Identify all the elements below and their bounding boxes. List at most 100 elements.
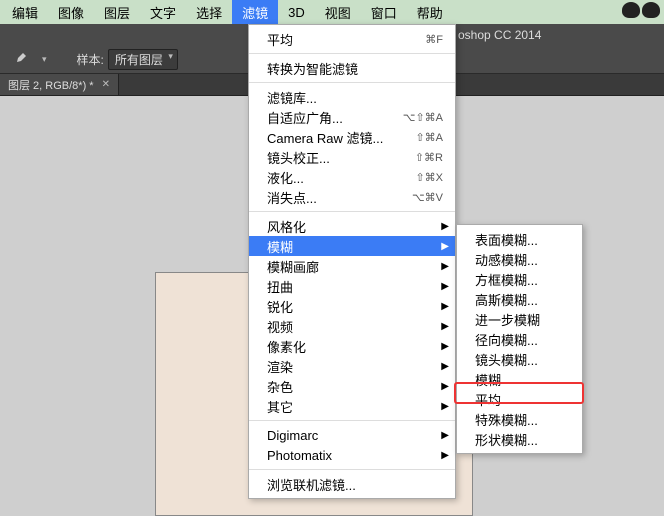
menu-shortcut: ⇧⌘R: [415, 151, 443, 164]
menu-separator: [249, 420, 455, 421]
blur-lens[interactable]: 镜头模糊...: [457, 349, 582, 369]
blur-blur[interactable]: 模糊: [457, 369, 582, 389]
menu-separator: [249, 211, 455, 212]
menu-label: 转换为智能滤镜: [267, 59, 443, 78]
blur-shape[interactable]: 形状模糊...: [457, 429, 582, 449]
filter-blur[interactable]: 模糊▶: [249, 236, 455, 256]
menu-label: 其它: [267, 397, 443, 416]
filter-other[interactable]: 其它▶: [249, 396, 455, 416]
menu-filter[interactable]: 滤镜: [232, 0, 278, 24]
menu-separator: [249, 53, 455, 54]
blur-surface[interactable]: 表面模糊...: [457, 229, 582, 249]
filter-noise[interactable]: 杂色▶: [249, 376, 455, 396]
app-title: oshop CC 2014: [458, 28, 541, 42]
blur-box[interactable]: 方框模糊...: [457, 269, 582, 289]
menu-label: 自适应广角...: [267, 108, 391, 127]
menu-shortcut: ⇧⌘X: [415, 171, 443, 184]
filter-stylize[interactable]: 风格化▶: [249, 216, 455, 236]
menu-label: 消失点...: [267, 188, 400, 207]
filter-photomatix[interactable]: Photomatix▶: [249, 445, 455, 465]
filter-adaptive-wide-angle[interactable]: 自适应广角... ⌥⇧⌘A: [249, 107, 455, 127]
blur-average[interactable]: 平均: [457, 389, 582, 409]
sample-label: 样本:: [77, 51, 104, 68]
menu-label: 表面模糊...: [475, 230, 570, 249]
menu-label: 高斯模糊...: [475, 290, 570, 309]
chevron-down-icon[interactable]: ▾: [42, 54, 47, 65]
menu-label: 径向模糊...: [475, 330, 570, 349]
menu-view[interactable]: 视图: [315, 0, 361, 24]
close-icon[interactable]: ✕: [102, 79, 110, 90]
filter-render[interactable]: 渲染▶: [249, 356, 455, 376]
blur-motion[interactable]: 动感模糊...: [457, 249, 582, 269]
blur-gaussian[interactable]: 高斯模糊...: [457, 289, 582, 309]
chevron-right-icon: ▶: [441, 401, 449, 412]
menu-label: 风格化: [267, 217, 443, 236]
menu-label: 像素化: [267, 337, 443, 356]
tool-eyedropper-icon[interactable]: [0, 52, 40, 68]
filter-video[interactable]: 视频▶: [249, 316, 455, 336]
chevron-right-icon: ▶: [441, 321, 449, 332]
filter-camera-raw[interactable]: Camera Raw 滤镜...⇧⌘A: [249, 127, 455, 147]
filter-lens-correction[interactable]: 镜头校正... ⇧⌘R: [249, 147, 455, 167]
blur-special[interactable]: 特殊模糊...: [457, 409, 582, 429]
chevron-right-icon: ▶: [441, 221, 449, 232]
chevron-right-icon: ▶: [441, 450, 449, 461]
filter-recent[interactable]: 平均 ⌘F: [249, 29, 455, 49]
blur-more[interactable]: 进一步模糊: [457, 309, 582, 329]
menu-label: 平均: [267, 30, 413, 49]
menu-shortcut: ⌘F: [425, 33, 443, 46]
filter-distort[interactable]: 扭曲▶: [249, 276, 455, 296]
filter-sharpen[interactable]: 锐化▶: [249, 296, 455, 316]
menu-edit[interactable]: 编辑: [2, 0, 48, 24]
menu-3d[interactable]: 3D: [278, 0, 315, 24]
menu-label: 模糊: [267, 237, 443, 256]
menu-label: Digimarc: [267, 428, 443, 443]
chevron-right-icon: ▶: [441, 361, 449, 372]
menu-label: 平均: [475, 390, 570, 409]
menu-label: 镜头校正...: [267, 148, 403, 167]
blur-radial[interactable]: 径向模糊...: [457, 329, 582, 349]
menu-shortcut: ⌥⇧⌘A: [403, 111, 443, 124]
chevron-right-icon: ▶: [441, 301, 449, 312]
menu-type[interactable]: 文字: [140, 0, 186, 24]
filter-browse-online[interactable]: 浏览联机滤镜...: [249, 474, 455, 494]
menu-label: 进一步模糊: [475, 310, 570, 329]
menu-label: 扭曲: [267, 277, 443, 296]
menu-label: 模糊画廊: [267, 257, 443, 276]
chevron-right-icon: ▶: [441, 381, 449, 392]
document-tab[interactable]: 图层 2, RGB/8*) * ✕: [0, 74, 119, 95]
filter-gallery[interactable]: 滤镜库...: [249, 87, 455, 107]
menu-separator: [249, 469, 455, 470]
decorative-icon: [642, 2, 660, 18]
blur-submenu: 表面模糊... 动感模糊... 方框模糊... 高斯模糊... 进一步模糊 径向…: [456, 224, 583, 454]
decorative-icon: [622, 2, 640, 18]
sample-select[interactable]: 所有图层: [108, 49, 178, 70]
chevron-right-icon: ▶: [441, 430, 449, 441]
menu-help[interactable]: 帮助: [407, 0, 453, 24]
menu-select[interactable]: 选择: [186, 0, 232, 24]
filter-vanishing-point[interactable]: 消失点... ⌥⌘V: [249, 187, 455, 207]
menu-window[interactable]: 窗口: [361, 0, 407, 24]
menu-label: 模糊: [475, 370, 570, 389]
menu-label: 形状模糊...: [475, 430, 570, 449]
menu-label: 浏览联机滤镜...: [267, 475, 443, 494]
menu-label: 特殊模糊...: [475, 410, 570, 429]
chevron-right-icon: ▶: [441, 241, 449, 252]
menu-image[interactable]: 图像: [48, 0, 94, 24]
menu-label: 液化...: [267, 168, 403, 187]
menu-shortcut: ⌥⌘V: [412, 191, 443, 204]
menu-label: 镜头模糊...: [475, 350, 570, 369]
filter-blur-gallery[interactable]: 模糊画廊▶: [249, 256, 455, 276]
menu-layer[interactable]: 图层: [94, 0, 140, 24]
chevron-right-icon: ▶: [441, 261, 449, 272]
menu-label: 杂色: [267, 377, 443, 396]
menu-label: 锐化: [267, 297, 443, 316]
menu-separator: [249, 82, 455, 83]
filter-convert-smart[interactable]: 转换为智能滤镜: [249, 58, 455, 78]
menu-label: 视频: [267, 317, 443, 336]
filter-digimarc[interactable]: Digimarc▶: [249, 425, 455, 445]
filter-pixelate[interactable]: 像素化▶: [249, 336, 455, 356]
filter-liquify[interactable]: 液化... ⇧⌘X: [249, 167, 455, 187]
menu-label: 渲染: [267, 357, 443, 376]
menubar: 编辑 图像 图层 文字 选择 滤镜 3D 视图 窗口 帮助: [0, 0, 664, 24]
